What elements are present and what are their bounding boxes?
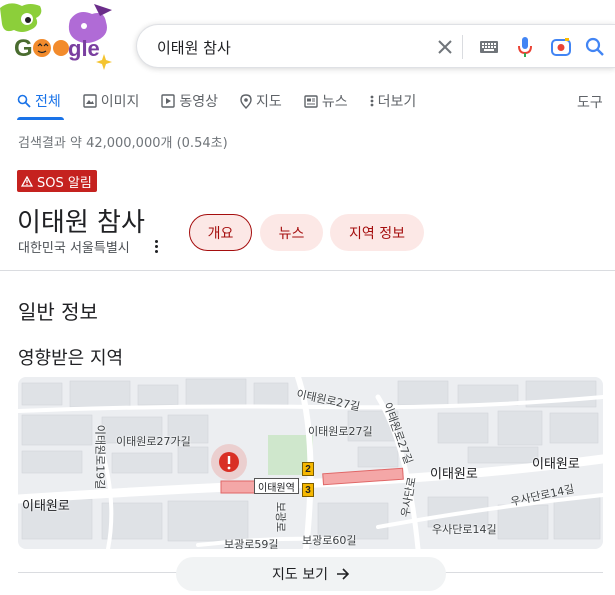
- tab-more[interactable]: 더보기: [370, 91, 417, 111]
- map-road-label: 이태원로: [532, 457, 580, 472]
- chip-overview[interactable]: 개요: [189, 214, 252, 251]
- map-road-label: 보광로59길: [224, 538, 279, 549]
- svg-text:G: G: [14, 35, 33, 62]
- tab-label: 더보기: [377, 94, 417, 110]
- search-tabs: 전체 이미지 동영상 지도 뉴스 더보기: [17, 91, 438, 121]
- video-icon: [161, 94, 176, 108]
- map-road-label: 이태원로: [22, 499, 70, 514]
- google-doodle-logo[interactable]: G gle: [0, 0, 125, 72]
- tab-all[interactable]: 전체: [17, 91, 61, 111]
- search-box[interactable]: 이태원 참사: [136, 24, 615, 68]
- tab-news[interactable]: 뉴스: [304, 91, 348, 111]
- tools-button[interactable]: 도구: [577, 92, 603, 112]
- divider: [0, 270, 615, 271]
- chip-local-info[interactable]: 지역 정보: [330, 214, 424, 251]
- sos-label: SOS 알림: [37, 175, 92, 191]
- entity-title: 이태원 참사: [17, 208, 145, 238]
- clear-icon[interactable]: [433, 35, 457, 59]
- entity-subtitle: 대한민국 서울특별시: [18, 241, 130, 256]
- subway-station-label[interactable]: 이태원역: [254, 478, 299, 494]
- more-vert-icon: [370, 95, 373, 107]
- subway-line-badge: 3: [302, 483, 314, 497]
- map-road-label: 이태원로19길: [93, 424, 107, 490]
- search-input[interactable]: 이태원 참사: [157, 37, 231, 58]
- map-road-label: 이태원로27가길: [116, 435, 191, 448]
- chip-label: 뉴스: [278, 225, 305, 242]
- map-road-label: 보광로60길: [302, 534, 357, 547]
- search-divider: [462, 35, 463, 59]
- keyboard-icon[interactable]: [477, 35, 501, 59]
- subway-line-badge: 2: [302, 462, 314, 476]
- search-icon[interactable]: [583, 35, 607, 59]
- tab-label: 뉴스: [321, 94, 348, 110]
- map-road-label: 이태원로27길: [308, 425, 373, 438]
- sos-alert-badge[interactable]: SOS 알림: [17, 170, 97, 192]
- image-icon: [83, 94, 97, 108]
- svg-text:gle: gle: [68, 36, 100, 61]
- active-tab-indicator: [17, 117, 64, 120]
- arrow-right-icon: [336, 568, 350, 580]
- tab-label: 이미지: [100, 94, 140, 110]
- search-icon: [17, 94, 31, 108]
- view-map-button[interactable]: 지도 보기: [176, 557, 446, 591]
- more-options-icon[interactable]: [150, 238, 162, 254]
- tab-label: 지도: [256, 94, 282, 110]
- chip-label: 지역 정보: [349, 225, 405, 242]
- tab-label: 동영상: [179, 94, 219, 110]
- map-road-label: 이태원로: [430, 467, 478, 482]
- map-road-label: 보광로: [274, 501, 288, 533]
- result-stats: 검색결과 약 42,000,000개 (0.54초): [18, 136, 228, 151]
- warning-icon: [21, 175, 33, 187]
- news-icon: [304, 94, 318, 108]
- tab-videos[interactable]: 동영상: [161, 91, 218, 111]
- map-road-label: 우사단로14길: [432, 523, 497, 536]
- map-pin-icon: [240, 93, 252, 109]
- microphone-icon[interactable]: [513, 35, 537, 59]
- tab-images[interactable]: 이미지: [83, 91, 140, 111]
- view-map-label: 지도 보기: [272, 567, 328, 583]
- camera-lens-icon[interactable]: [549, 35, 573, 59]
- affected-area-title: 영향받은 지역: [18, 348, 124, 369]
- section-title: 일반 정보: [18, 300, 98, 324]
- affected-area-map[interactable]: 이태원로27길 이태원로27가길 이태원로27길 이태원로27길 이태원로19길…: [18, 377, 603, 549]
- tab-maps[interactable]: 지도: [240, 91, 282, 111]
- tab-label: 전체: [35, 94, 61, 110]
- chip-label: 개요: [207, 225, 234, 242]
- chip-news[interactable]: 뉴스: [260, 214, 323, 251]
